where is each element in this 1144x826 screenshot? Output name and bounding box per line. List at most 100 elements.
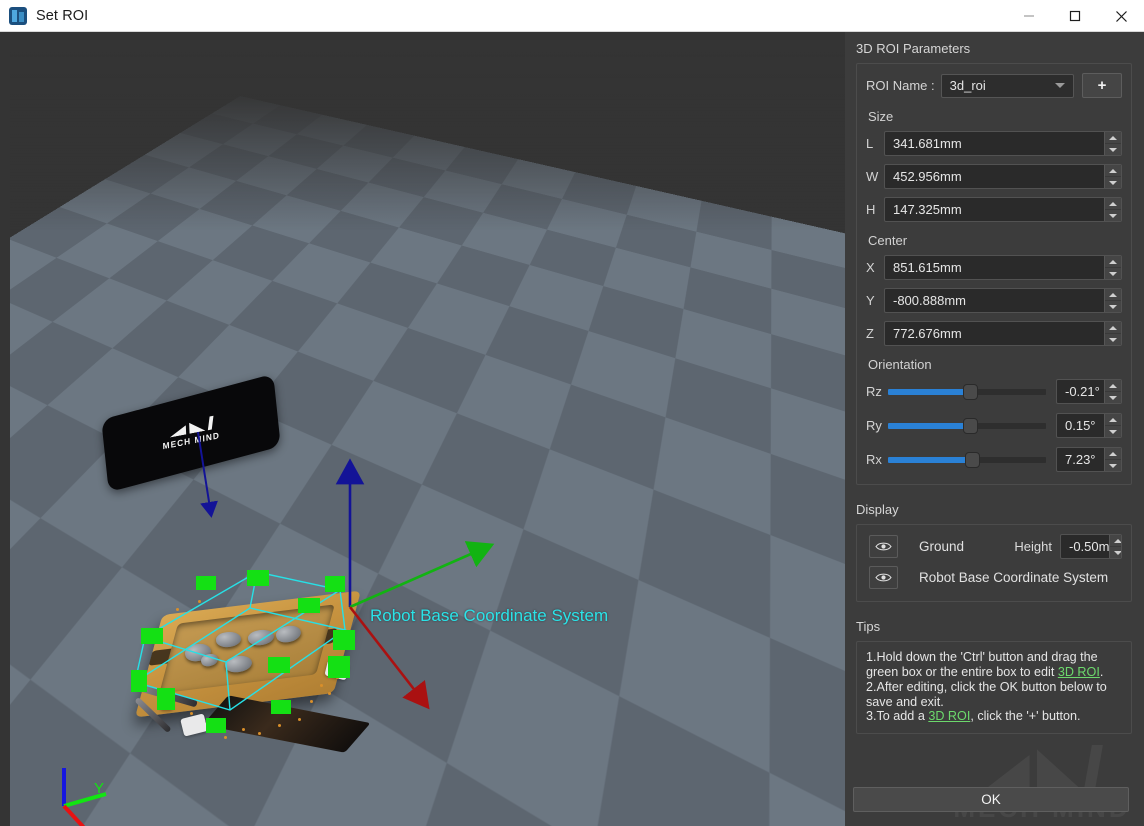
tips-line-1-link[interactable]: 3D ROI (1058, 665, 1100, 679)
stepper-down-icon[interactable] (1110, 546, 1122, 558)
roi-name-value: 3d_roi (950, 78, 1055, 93)
add-roi-button[interactable]: + (1082, 73, 1122, 98)
ry-stepper[interactable] (1104, 414, 1121, 437)
stepper-down-icon[interactable] (1105, 176, 1121, 188)
size-w-input[interactable]: 452.956mm (884, 164, 1122, 189)
stepper-down-icon[interactable] (1105, 300, 1121, 312)
rz-slider-handle[interactable] (963, 384, 978, 400)
display-ground-row: Ground Height -0.50m (866, 534, 1122, 559)
roi-name-select[interactable]: 3d_roi (941, 74, 1074, 98)
point-cloud-canvas[interactable]: MECH MIND (10, 42, 845, 826)
window-controls (1006, 0, 1144, 32)
center-z-stepper[interactable] (1104, 322, 1121, 345)
rx-label: Rx (866, 452, 888, 467)
window-title: Set ROI (36, 8, 88, 24)
panel-title: 3D ROI Parameters (856, 41, 1144, 56)
roi-parameters-group: ROI Name : 3d_roi + Size L 341.681mm (856, 63, 1132, 485)
center-z-label: Z (866, 326, 884, 341)
size-h-stepper[interactable] (1104, 198, 1121, 221)
stepper-down-icon[interactable] (1105, 333, 1121, 345)
stepper-up-icon[interactable] (1105, 198, 1121, 209)
eye-icon[interactable] (869, 566, 898, 589)
size-group-label: Size (868, 109, 1122, 124)
eye-icon[interactable] (869, 535, 898, 558)
robot-base-axes (10, 42, 845, 826)
tips-box: 1.Hold down the 'Ctrl' button and drag t… (856, 641, 1132, 734)
center-y-value: -800.888mm (885, 289, 1104, 312)
center-y-input[interactable]: -800.888mm (884, 288, 1122, 313)
chevron-down-icon (1055, 83, 1065, 88)
center-x-input[interactable]: 851.615mm (884, 255, 1122, 280)
ground-height-stepper[interactable] (1109, 535, 1122, 558)
stepper-up-icon[interactable] (1105, 380, 1121, 391)
stepper-down-icon[interactable] (1105, 209, 1121, 221)
stepper-down-icon[interactable] (1105, 143, 1121, 155)
tips-line-1-suffix: . (1100, 665, 1104, 679)
tips-line-3-link[interactable]: 3D ROI (928, 709, 970, 723)
orientation-row-rz: Rz -0.21° (866, 379, 1122, 404)
stepper-down-icon[interactable] (1105, 391, 1121, 403)
rz-label: Rz (866, 384, 888, 399)
rx-stepper[interactable] (1104, 448, 1121, 471)
size-h-label: H (866, 202, 884, 217)
rx-slider[interactable] (888, 451, 1046, 469)
stepper-up-icon[interactable] (1105, 414, 1121, 425)
stepper-up-icon[interactable] (1105, 289, 1121, 300)
orientation-row-rx: Rx 7.23° (866, 447, 1122, 472)
maximize-icon[interactable] (1052, 0, 1098, 32)
center-y-stepper[interactable] (1104, 289, 1121, 312)
tips-line-3: 3.To add a 3D ROI, click the '+' button. (866, 709, 1122, 724)
size-field-h: H 147.325mm (866, 197, 1122, 222)
stepper-up-icon[interactable] (1105, 132, 1121, 143)
size-l-input[interactable]: 341.681mm (884, 131, 1122, 156)
tips-line-3-text: 3.To add a (866, 709, 928, 723)
center-x-value: 851.615mm (885, 256, 1104, 279)
stepper-up-icon[interactable] (1110, 535, 1122, 546)
mech-mind-app-icon (9, 7, 27, 25)
close-icon[interactable] (1098, 0, 1144, 32)
rz-stepper[interactable] (1104, 380, 1121, 403)
stepper-up-icon[interactable] (1105, 256, 1121, 267)
gizmo-y-label: Y (94, 780, 104, 797)
center-x-stepper[interactable] (1104, 256, 1121, 279)
size-l-value: 341.681mm (885, 132, 1104, 155)
set-roi-window: Set ROI MECH MIND (0, 0, 1144, 826)
rx-value: 7.23° (1057, 448, 1104, 471)
ry-slider-handle[interactable] (963, 418, 978, 434)
rx-slider-handle[interactable] (965, 452, 980, 468)
ok-button[interactable]: OK (853, 787, 1129, 812)
minimize-icon[interactable] (1006, 0, 1052, 32)
center-y-label: Y (866, 293, 884, 308)
size-h-input[interactable]: 147.325mm (884, 197, 1122, 222)
rz-input[interactable]: -0.21° (1056, 379, 1122, 404)
rz-slider[interactable] (888, 383, 1046, 401)
ry-value: 0.15° (1057, 414, 1104, 437)
display-group: Ground Height -0.50m (856, 524, 1132, 602)
ry-slider[interactable] (888, 417, 1046, 435)
orientation-row-ry: Ry 0.15° (866, 413, 1122, 438)
size-l-stepper[interactable] (1104, 132, 1121, 155)
roi-name-label: ROI Name : (866, 78, 935, 93)
stepper-down-icon[interactable] (1105, 459, 1121, 471)
viewport-3d[interactable]: MECH MIND (0, 32, 845, 826)
ground-height-label: Height (1014, 539, 1052, 554)
ground-height-input[interactable]: -0.50m (1060, 534, 1122, 559)
size-l-label: L (866, 136, 884, 151)
stepper-down-icon[interactable] (1105, 425, 1121, 437)
stepper-down-icon[interactable] (1105, 267, 1121, 279)
center-z-input[interactable]: 772.676mm (884, 321, 1122, 346)
size-field-w: W 452.956mm (866, 164, 1122, 189)
orientation-group-label: Orientation (868, 357, 1122, 372)
stepper-up-icon[interactable] (1105, 448, 1121, 459)
center-z-value: 772.676mm (885, 322, 1104, 345)
size-w-value: 452.956mm (885, 165, 1104, 188)
stepper-up-icon[interactable] (1105, 165, 1121, 176)
center-field-x: X 851.615mm (866, 255, 1122, 280)
size-w-label: W (866, 169, 884, 184)
rx-input[interactable]: 7.23° (1056, 447, 1122, 472)
stepper-up-icon[interactable] (1105, 322, 1121, 333)
size-w-stepper[interactable] (1104, 165, 1121, 188)
ry-input[interactable]: 0.15° (1056, 413, 1122, 438)
mech-mind-watermark: MECH MIND (942, 744, 1142, 824)
tips-section-title: Tips (856, 619, 1144, 634)
